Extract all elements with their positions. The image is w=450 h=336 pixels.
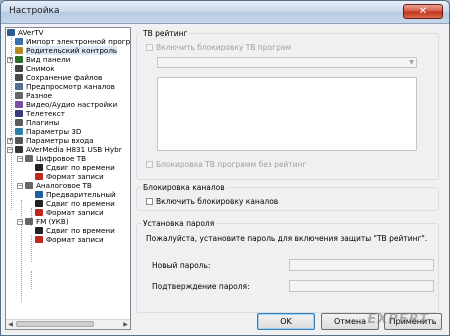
timeshift-icon: [35, 164, 43, 171]
tree-connector: [31, 235, 32, 262]
tree-item-analog-record-format[interactable]: Формат записи: [35, 208, 104, 217]
parental-lock-icon: [15, 47, 23, 54]
expand-icon[interactable]: +: [7, 138, 13, 144]
collapse-icon[interactable]: −: [7, 147, 13, 153]
confirm-password-field[interactable]: [289, 280, 434, 292]
dialog-body: AVerTV Импорт электронной прогр Родитель…: [5, 27, 445, 333]
expand-icon[interactable]: +: [7, 57, 13, 63]
tree-item-snapshot[interactable]: Снимок: [15, 64, 55, 73]
rating-list[interactable]: [157, 77, 417, 151]
file-save-icon: [15, 74, 23, 81]
timeshift-icon: [35, 200, 43, 207]
tree-item-input-params[interactable]: + Параметры входа: [7, 136, 94, 145]
enable-channel-block-checkbox[interactable]: Включить блокировку каналов: [146, 197, 278, 206]
settings-window: Настройка ✕ AVerTV Импорт электронной пр…: [0, 0, 450, 336]
teletext-icon: [15, 110, 23, 117]
tree-item-avertv[interactable]: AVerTV: [7, 28, 44, 37]
watermark: EXPERT: [367, 312, 429, 327]
close-button[interactable]: ✕: [403, 4, 443, 19]
tv-rating-group: ТВ рейтинг Включить блокировку ТВ програ…: [136, 29, 439, 180]
block-unrated-checkbox[interactable]: Блокировка ТВ программ без рейтинг: [146, 160, 307, 169]
tree-item-fm-record-format[interactable]: Формат записи: [35, 235, 104, 244]
scroll-left-icon[interactable]: ◀: [6, 320, 15, 329]
record-format-icon: [35, 209, 43, 216]
close-icon: ✕: [418, 6, 428, 17]
input-icon: [15, 137, 23, 144]
tree-item-analog-preview[interactable]: Предварительный: [35, 190, 116, 199]
record-format-icon: [35, 236, 43, 243]
app-icon: [7, 29, 15, 36]
checkbox-box[interactable]: [146, 161, 153, 168]
misc-icon: [15, 92, 23, 99]
record-format-icon: [35, 173, 43, 180]
checkbox-box[interactable]: [146, 198, 153, 205]
confirm-password-label: Подтверждение пароля:: [152, 282, 250, 291]
tree-item-analog-tv[interactable]: − Аналоговое ТВ: [17, 181, 92, 190]
tree-horizontal-scrollbar[interactable]: ◀ ▶: [6, 319, 130, 329]
channel-block-group: Блокировка каналов Включить блокировку к…: [136, 183, 439, 211]
tree-item-device[interactable]: − AVerMedia H831 USB Hybr: [7, 145, 122, 154]
plugins-icon: [15, 119, 23, 126]
collapse-icon[interactable]: −: [17, 183, 23, 189]
tree-item-fm-timeshift[interactable]: Сдвиг по времени: [35, 226, 115, 235]
tree-item-plugins[interactable]: Плагины: [15, 118, 59, 127]
tree-item-panel-view[interactable]: + Вид панели: [7, 55, 70, 64]
tree-item-epg-import[interactable]: Импорт электронной прогр: [15, 37, 130, 46]
snapshot-icon: [15, 65, 23, 72]
password-group: Установка пароля Пожалуйста, установите …: [136, 219, 439, 313]
device-icon: [15, 146, 23, 153]
scroll-right-icon[interactable]: ▶: [121, 320, 130, 329]
tree-item-video-audio[interactable]: Видео/Аудио настройки: [15, 100, 117, 109]
tree-connector: [31, 271, 32, 289]
check-icon: [35, 191, 43, 198]
password-group-title: Установка пароля: [141, 219, 217, 228]
tree-item-parental-control[interactable]: Родительский контроль: [15, 46, 118, 55]
channel-block-group-title: Блокировка каналов: [141, 183, 227, 192]
new-password-field[interactable]: [289, 259, 434, 271]
rating-system-dropdown[interactable]: ▼: [157, 57, 417, 68]
tree-item-teletext[interactable]: Телетекст: [15, 109, 65, 118]
tree-connector: [21, 200, 22, 302]
title-bar[interactable]: Настройка ✕: [1, 1, 449, 24]
tree-item-fm[interactable]: − FM (УКВ): [17, 217, 69, 226]
tree-item-3d[interactable]: Параметры 3D: [15, 127, 81, 136]
preview-icon: [15, 83, 23, 90]
checkbox-box[interactable]: [146, 44, 153, 51]
epg-icon: [15, 38, 23, 45]
scrollbar-thumb[interactable]: [16, 321, 94, 327]
tv-icon: [25, 182, 33, 189]
window-title: Настройка: [9, 6, 60, 16]
ok-button[interactable]: OK: [257, 313, 315, 330]
video-audio-icon: [15, 101, 23, 108]
timeshift-icon: [35, 227, 43, 234]
tree-item-analog-timeshift[interactable]: Сдвиг по времени: [35, 199, 115, 208]
collapse-icon[interactable]: −: [17, 156, 23, 162]
tree-item-misc[interactable]: Разное: [15, 91, 52, 100]
chevron-down-icon[interactable]: ▼: [407, 58, 416, 67]
tv-rating-group-title: ТВ рейтинг: [141, 29, 190, 38]
tv-icon: [25, 155, 33, 162]
collapse-icon[interactable]: −: [17, 219, 23, 225]
panel-view-icon: [15, 56, 23, 63]
enable-tv-block-checkbox[interactable]: Включить блокировку ТВ програм: [146, 43, 291, 52]
tree-item-digital-timeshift[interactable]: Сдвиг по времени: [35, 163, 115, 172]
settings-tree[interactable]: AVerTV Импорт электронной прогр Родитель…: [5, 27, 131, 330]
tree-item-digital-record-format[interactable]: Формат записи: [35, 172, 104, 181]
3d-icon: [15, 128, 23, 135]
new-password-label: Новый пароль:: [152, 261, 211, 270]
radio-icon: [25, 218, 33, 225]
password-hint: Пожалуйста, установите пароль для включе…: [146, 234, 428, 243]
tree-item-file-save[interactable]: Сохранение файлов: [15, 73, 102, 82]
tree-item-channel-preview[interactable]: Предпросмотр каналов: [15, 82, 115, 91]
tree-item-digital-tv[interactable]: − Цифровое ТВ: [17, 154, 86, 163]
